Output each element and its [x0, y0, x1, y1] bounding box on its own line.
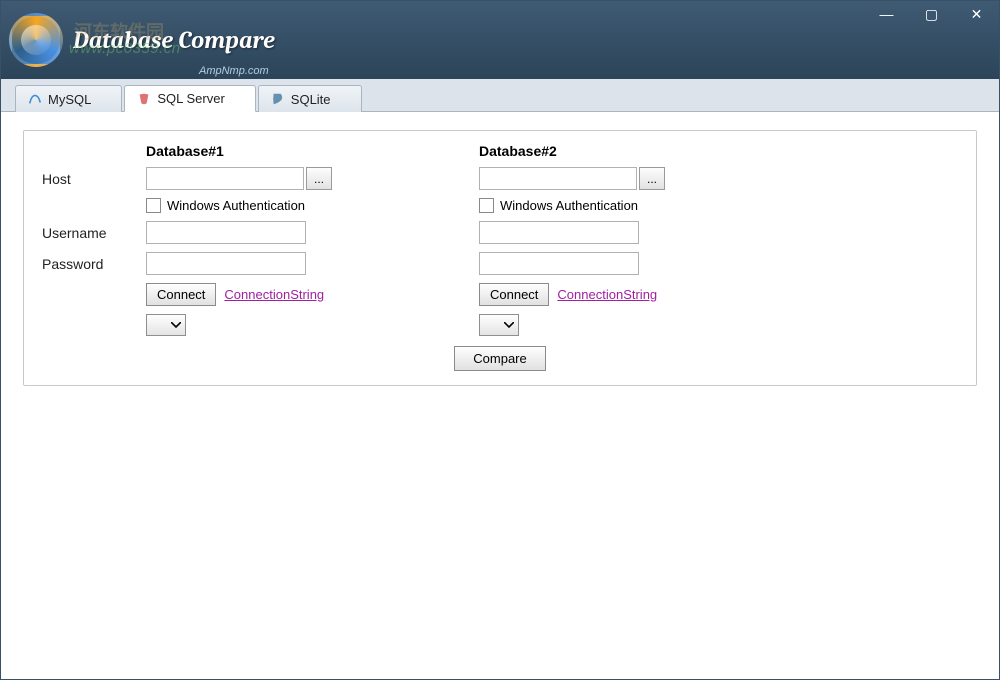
- app-title: Database Compare: [73, 26, 275, 54]
- form-panel: Database#1 Database#2 Host ... ... Windo…: [23, 130, 977, 386]
- db2-header: Database#2: [479, 143, 708, 159]
- db1-header: Database#1: [146, 143, 475, 159]
- db1-connect-button[interactable]: Connect: [146, 283, 216, 306]
- db2-connectionstring-link[interactable]: ConnectionString: [557, 287, 657, 302]
- mysql-icon: [28, 92, 42, 106]
- db1-host-input[interactable]: [146, 167, 304, 190]
- db1-username-input[interactable]: [146, 221, 306, 244]
- db1-database-select[interactable]: [146, 314, 186, 336]
- db2-database-select[interactable]: [479, 314, 519, 336]
- tab-label: SQL Server: [157, 91, 224, 106]
- db1-host-browse-button[interactable]: ...: [306, 167, 332, 190]
- app-subtitle: AmpNmp.com: [199, 65, 269, 77]
- chevron-down-icon: [171, 322, 181, 328]
- username-label: Username: [42, 225, 142, 241]
- password-label: Password: [42, 256, 142, 272]
- close-button[interactable]: ✕: [954, 1, 999, 27]
- tab-sqlserver[interactable]: SQL Server: [124, 85, 255, 112]
- db2-password-input[interactable]: [479, 252, 639, 275]
- app-window: Database Compare AmpNmp.com www.pc0359.c…: [0, 0, 1000, 680]
- content-area: Database#1 Database#2 Host ... ... Windo…: [1, 112, 999, 679]
- tab-mysql[interactable]: MySQL: [15, 85, 122, 112]
- db1-winauth-checkbox[interactable]: [146, 198, 161, 213]
- db2-winauth-label: Windows Authentication: [500, 198, 638, 213]
- window-controls: — ▢ ✕: [864, 1, 999, 79]
- db2-connect-button[interactable]: Connect: [479, 283, 549, 306]
- db1-password-input[interactable]: [146, 252, 306, 275]
- sqlserver-icon: [137, 92, 151, 106]
- db2-username-input[interactable]: [479, 221, 639, 244]
- maximize-button[interactable]: ▢: [909, 1, 954, 27]
- db2-host-browse-button[interactable]: ...: [639, 167, 665, 190]
- compare-button[interactable]: Compare: [454, 346, 545, 371]
- tab-sqlite[interactable]: SQLite: [258, 85, 362, 112]
- tabs-row: MySQL SQL Server SQLite: [1, 79, 999, 112]
- app-logo-icon: [9, 13, 63, 67]
- tab-label: MySQL: [48, 92, 91, 107]
- db2-winauth-checkbox[interactable]: [479, 198, 494, 213]
- sqlite-icon: [271, 92, 285, 106]
- titlebar: Database Compare AmpNmp.com www.pc0359.c…: [1, 1, 999, 79]
- tab-label: SQLite: [291, 92, 331, 107]
- db1-winauth-label: Windows Authentication: [167, 198, 305, 213]
- host-label: Host: [42, 171, 142, 187]
- minimize-button[interactable]: —: [864, 1, 909, 27]
- db2-host-input[interactable]: [479, 167, 637, 190]
- db1-connectionstring-link[interactable]: ConnectionString: [224, 287, 324, 302]
- chevron-down-icon: [504, 322, 514, 328]
